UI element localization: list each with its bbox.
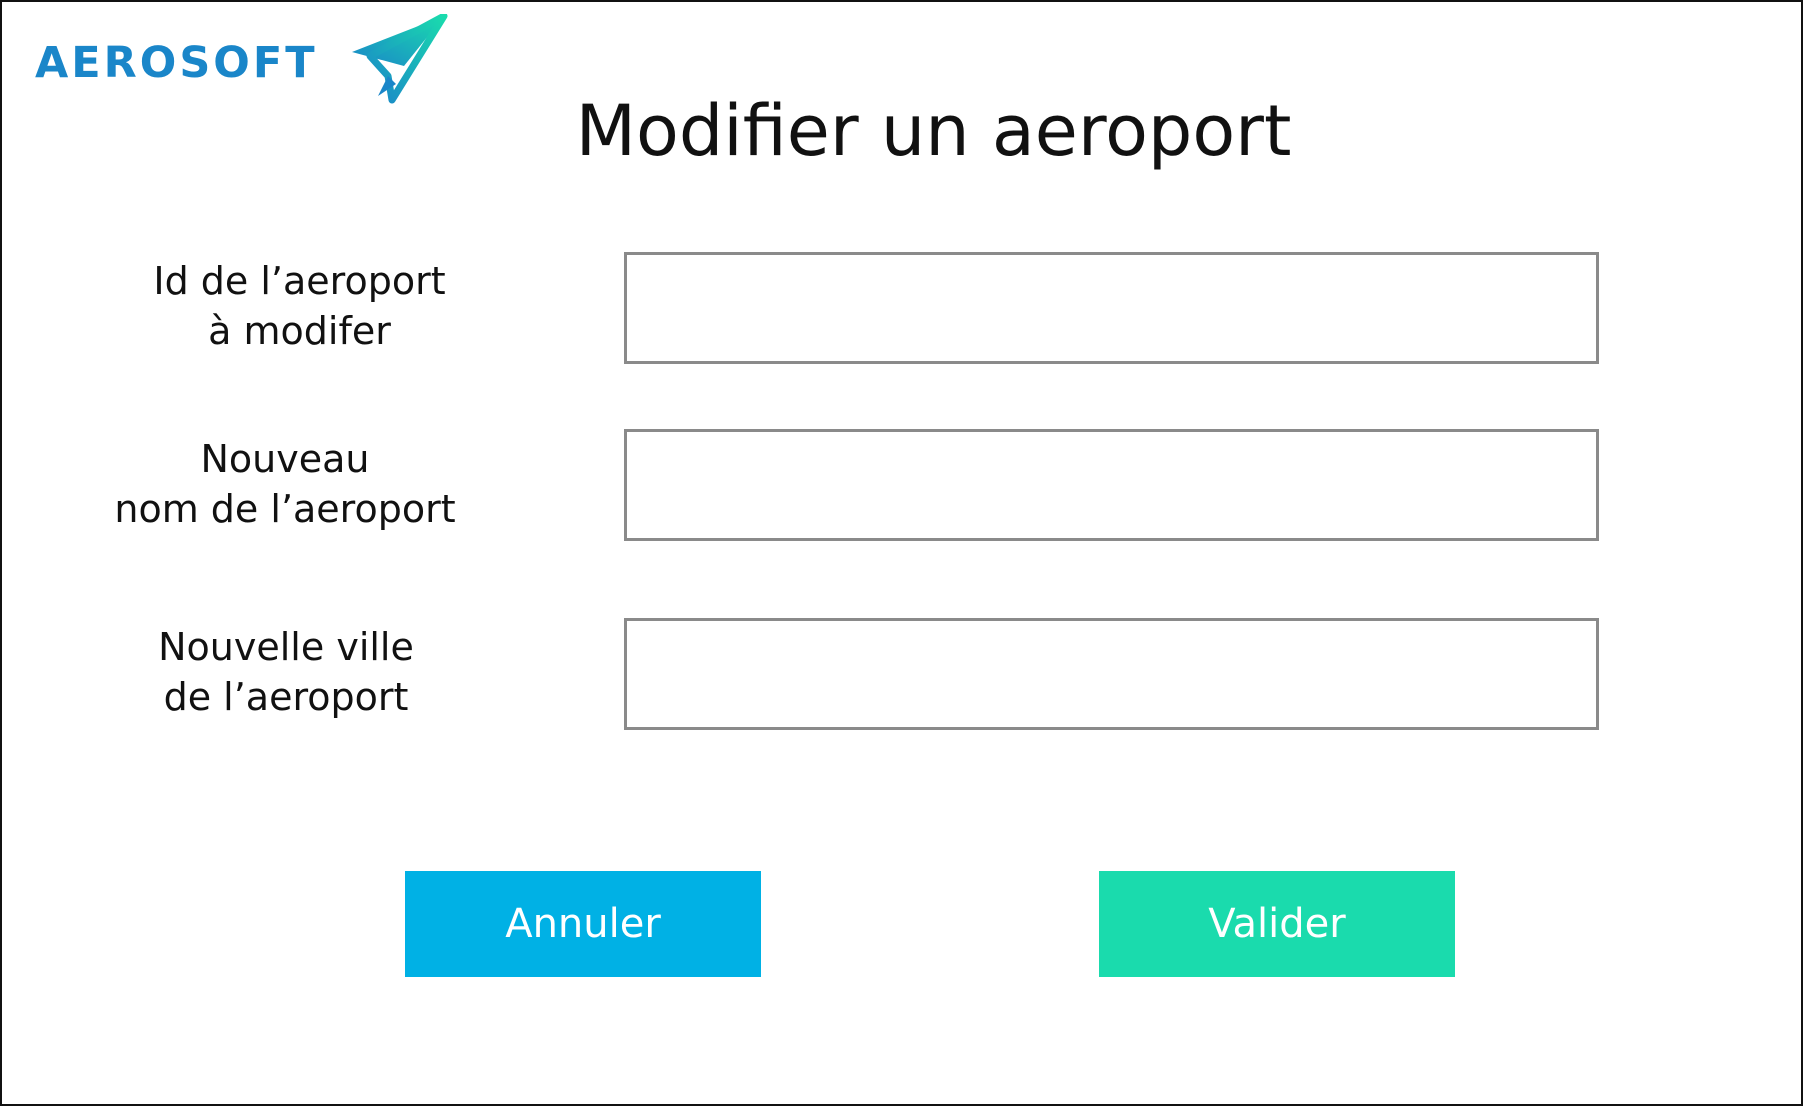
validate-button[interactable]: Valider <box>1099 871 1455 977</box>
airport-city-input[interactable] <box>624 618 1599 730</box>
airport-id-label-line1: Id de l’aeroport <box>153 259 446 303</box>
airport-name-input[interactable] <box>624 429 1599 541</box>
airport-city-label: Nouvelle ville de l’aeroport <box>136 622 436 722</box>
cancel-button[interactable]: Annuler <box>405 871 761 977</box>
airport-id-input[interactable] <box>624 252 1599 364</box>
airport-id-label: Id de l’aeroport à modifer <box>142 256 457 356</box>
airport-id-label-line2: à modifer <box>208 309 391 353</box>
airport-name-label-line1: Nouveau <box>200 437 370 481</box>
app-window: AEROSOFT Modifier un aeroport Id de l’ae… <box>0 0 1803 1106</box>
airport-name-label: Nouveau nom de l’aeroport <box>100 434 470 534</box>
airport-city-label-line1: Nouvelle ville <box>158 625 414 669</box>
airport-name-label-line2: nom de l’aeroport <box>114 487 456 531</box>
airport-city-label-line2: de l’aeroport <box>163 675 409 719</box>
page-title: Modifier un aeroport <box>575 90 1292 172</box>
brand-name: AEROSOFT <box>35 38 318 88</box>
